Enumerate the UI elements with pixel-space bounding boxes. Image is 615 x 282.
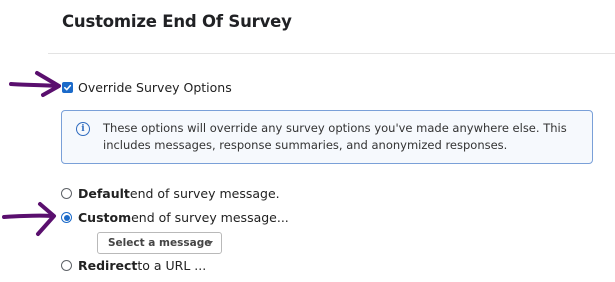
option-custom[interactable]: Custom end of survey message... (61, 210, 289, 225)
override-label: Override Survey Options (78, 80, 232, 95)
check-icon (64, 84, 72, 91)
option-custom-text: end of survey message... (131, 210, 289, 225)
page-title: Customize End Of Survey (62, 12, 292, 31)
info-box: i These options will override any survey… (61, 110, 593, 164)
override-checkbox[interactable] (62, 82, 73, 93)
info-icon: i (76, 122, 90, 136)
header-divider (48, 53, 615, 54)
option-default-text: end of survey message. (129, 186, 280, 201)
caret-down-icon (207, 241, 213, 245)
option-default[interactable]: Default end of survey message. (61, 186, 280, 201)
radio-default[interactable] (61, 188, 72, 199)
radio-dot (63, 214, 70, 221)
info-text: These options will override any survey o… (103, 121, 567, 152)
option-redirect-text: to a URL ... (137, 258, 207, 273)
override-option[interactable]: Override Survey Options (62, 80, 232, 95)
option-redirect[interactable]: Redirect to a URL ... (61, 258, 206, 273)
option-custom-bold: Custom (78, 210, 132, 225)
radio-custom[interactable] (61, 212, 72, 223)
annotation-arrow-top (9, 71, 61, 97)
annotation-arrow-bottom (2, 202, 56, 236)
option-default-bold: Default (78, 186, 130, 201)
select-message-label: Select a message (108, 237, 212, 249)
option-redirect-bold: Redirect (78, 258, 138, 273)
radio-redirect[interactable] (61, 260, 72, 271)
select-message-button[interactable]: Select a message (97, 232, 222, 254)
